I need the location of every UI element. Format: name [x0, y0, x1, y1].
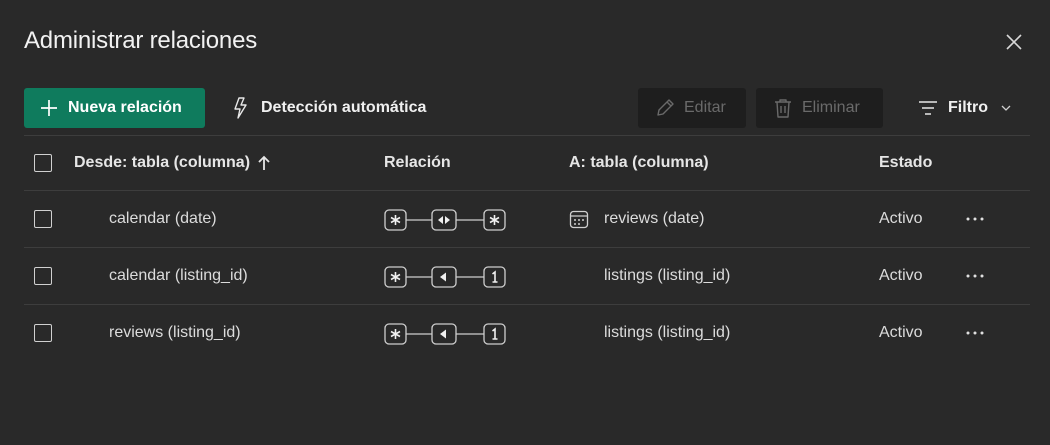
- row-checkbox[interactable]: [34, 324, 52, 342]
- chevron-down-icon: [1001, 105, 1011, 111]
- header-relation: Relación: [384, 154, 451, 171]
- relationship-many-to-many-icon: [384, 208, 508, 232]
- row-status: Activo: [879, 267, 923, 284]
- table-header: Desde: tabla (columna) Relación A: tabla…: [24, 135, 1030, 191]
- close-icon: [1006, 34, 1022, 50]
- more-options-button[interactable]: [964, 323, 986, 343]
- toolbar: Nueva relación Detección automática Edit…: [24, 88, 1030, 128]
- lightning-icon: [234, 97, 247, 119]
- more-options-button[interactable]: [964, 266, 986, 286]
- header-from[interactable]: Desde: tabla (columna): [74, 154, 270, 172]
- header-from-label: Desde: tabla (columna): [74, 154, 251, 171]
- row-to: listings (listing_id): [604, 267, 731, 284]
- close-button[interactable]: [1002, 30, 1026, 54]
- row-checkbox[interactable]: [34, 267, 52, 285]
- row-status: Activo: [879, 210, 923, 227]
- autodetect-button[interactable]: Detección automática: [231, 88, 432, 128]
- row-checkbox[interactable]: [34, 210, 52, 228]
- row-from: calendar (listing_id): [109, 267, 248, 284]
- autodetect-label: Detección automática: [261, 99, 427, 116]
- row-to: reviews (date): [604, 210, 705, 227]
- row-to: listings (listing_id): [604, 324, 731, 341]
- more-options-button[interactable]: [964, 209, 986, 229]
- relationship-many-to-one-icon: [384, 265, 508, 289]
- trash-icon: [775, 99, 791, 118]
- relationship-many-to-one-icon: [384, 322, 508, 346]
- edit-button[interactable]: Editar: [638, 88, 746, 128]
- ellipsis-icon: [966, 331, 984, 335]
- select-all-checkbox[interactable]: [34, 154, 52, 172]
- ellipsis-icon: [966, 274, 984, 278]
- new-relationship-button[interactable]: Nueva relación: [24, 88, 205, 128]
- table-row[interactable]: calendar (listing_id) listings (listing_…: [24, 248, 1030, 304]
- filter-label: Filtro: [948, 99, 988, 116]
- dialog-title: Administrar relaciones: [24, 27, 258, 54]
- filter-button[interactable]: Filtro: [912, 88, 1018, 128]
- header-to: A: tabla (columna): [569, 154, 709, 171]
- table-row[interactable]: calendar (date) reviews (date) Activo: [24, 191, 1030, 247]
- delete-label: Eliminar: [802, 99, 860, 116]
- new-relationship-label: Nueva relación: [68, 99, 182, 116]
- delete-button[interactable]: Eliminar: [756, 88, 883, 128]
- plus-icon: [41, 100, 57, 116]
- table-row[interactable]: reviews (listing_id) listings (listing_i…: [24, 305, 1030, 361]
- calendar-table-icon: [569, 209, 589, 229]
- row-status: Activo: [879, 324, 923, 341]
- row-from: reviews (listing_id): [109, 324, 241, 341]
- pencil-icon: [657, 99, 674, 116]
- filter-icon: [919, 101, 937, 115]
- edit-label: Editar: [684, 99, 726, 116]
- row-from: calendar (date): [109, 210, 217, 227]
- ellipsis-icon: [966, 217, 984, 221]
- sort-ascending-icon: [258, 155, 270, 170]
- header-status: Estado: [879, 154, 933, 171]
